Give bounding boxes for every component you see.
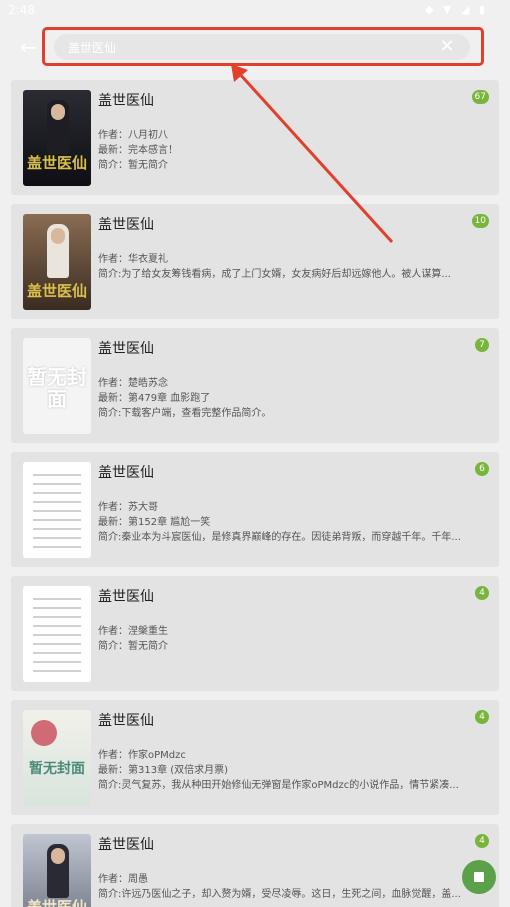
book-cover	[23, 586, 91, 682]
book-card[interactable]: 盖世医仙 盖世医仙 4 作者：周愚 简介:许远乃医仙之子，却入赘为婿，受尽凌辱。…	[11, 824, 499, 907]
stop-icon	[474, 872, 484, 882]
book-title: 盖世医仙	[98, 93, 154, 109]
cover-face	[51, 228, 65, 244]
book-author: 作者：楚皓苏念	[98, 378, 168, 389]
source-count-badge: 7	[475, 338, 489, 352]
floating-stop-button[interactable]	[462, 860, 496, 894]
back-arrow-icon[interactable]: ←	[20, 36, 40, 58]
book-latest: 最新：第313章 (双倍求月票)	[98, 765, 229, 776]
book-intro: 简介：暂无简介	[98, 641, 168, 652]
book-intro: 简介:下载客户端，查看完整作品简介。	[98, 408, 272, 419]
cover-placeholder-text: 暂无封面	[27, 365, 87, 411]
book-cover	[23, 462, 91, 558]
cover-title: 盖世医仙	[26, 154, 87, 172]
book-card[interactable]: 盖世医仙 盖世医仙 67 作者：八月初八 最新：完本感言！ 简介：暂无简介	[11, 80, 499, 195]
book-author: 作者：涅槃重生	[98, 626, 168, 637]
source-count-badge: 6	[475, 462, 489, 476]
book-intro: 简介:秦业本为斗宸医仙，是修真界巅峰的存在。因徒弟背叛，而穿越千年。千年...	[98, 532, 461, 543]
book-cover: 暂无封面	[23, 338, 91, 434]
source-count-badge: 67	[471, 90, 489, 104]
book-cover: 盖世医仙	[23, 90, 91, 186]
cover-title: 盖世医仙	[26, 282, 87, 300]
book-intro: 简介:许远乃医仙之子，却入赘为婿，受尽凌辱。这日，生死之间，血脉觉醒，盖...	[98, 889, 461, 900]
book-card[interactable]: 盖世医仙 6 作者：苏大哥 最新：第152章 尴尬一笑 简介:秦业本为斗宸医仙，…	[11, 452, 499, 567]
book-author: 作者：苏大哥	[98, 502, 158, 513]
cover-face	[51, 104, 65, 120]
book-title: 盖世医仙	[98, 465, 154, 481]
status-time: 2:48	[8, 3, 35, 17]
highlight-box	[42, 27, 484, 66]
status-icons: ◆ ▼ ◢ ▮	[425, 3, 488, 16]
book-title: 盖世医仙	[98, 341, 154, 357]
book-title: 盖世医仙	[98, 713, 154, 729]
document-icon	[33, 598, 81, 679]
book-latest: 最新：完本感言！	[98, 145, 178, 156]
document-icon	[33, 474, 81, 555]
source-count-badge: 10	[471, 214, 489, 228]
cover-face	[51, 848, 65, 864]
book-card[interactable]: 暂无封面 盖世医仙 4 作者：作家oPMdzc 最新：第313章 (双倍求月票)…	[11, 700, 499, 815]
book-card[interactable]: 暂无封面 盖世医仙 7 作者：楚皓苏念 最新：第479章 血影跑了 简介:下载客…	[11, 328, 499, 443]
book-card[interactable]: 盖世医仙 4 作者：涅槃重生 简介：暂无简介	[11, 576, 499, 691]
flower-icon	[31, 720, 57, 746]
book-intro: 简介:为了给女友筹钱看病，成了上门女婿，女友病好后却远嫁他人。被人谋算...	[98, 269, 451, 280]
source-count-badge: 4	[475, 710, 489, 724]
book-author: 作者：作家oPMdzc	[98, 750, 186, 761]
book-cover: 暂无封面	[23, 710, 91, 806]
book-latest: 最新：第479章 血影跑了	[98, 393, 211, 404]
book-author: 作者：华衣夏礼	[98, 254, 168, 265]
book-cover: 盖世医仙	[23, 214, 91, 310]
book-author: 作者：八月初八	[98, 130, 168, 141]
book-author: 作者：周愚	[98, 874, 148, 885]
cover-title: 暂无封面	[29, 761, 85, 777]
status-bar: 2:48 ◆ ▼ ◢ ▮	[0, 0, 510, 22]
book-latest: 最新：第152章 尴尬一笑	[98, 517, 211, 528]
source-count-badge: 4	[475, 586, 489, 600]
book-title: 盖世医仙	[98, 837, 154, 853]
book-intro: 简介:灵气复苏，我从种田开始修仙无弹窗是作家oPMdzc的小说作品，情节紧凑..…	[98, 780, 459, 791]
book-title: 盖世医仙	[98, 589, 154, 605]
book-title: 盖世医仙	[98, 217, 154, 233]
book-card[interactable]: 盖世医仙 盖世医仙 10 作者：华衣夏礼 简介:为了给女友筹钱看病，成了上门女婿…	[11, 204, 499, 319]
source-count-badge: 4	[475, 834, 489, 848]
book-cover: 盖世医仙	[23, 834, 91, 907]
cover-title: 盖世医仙	[26, 898, 87, 907]
book-intro: 简介：暂无简介	[98, 160, 168, 171]
